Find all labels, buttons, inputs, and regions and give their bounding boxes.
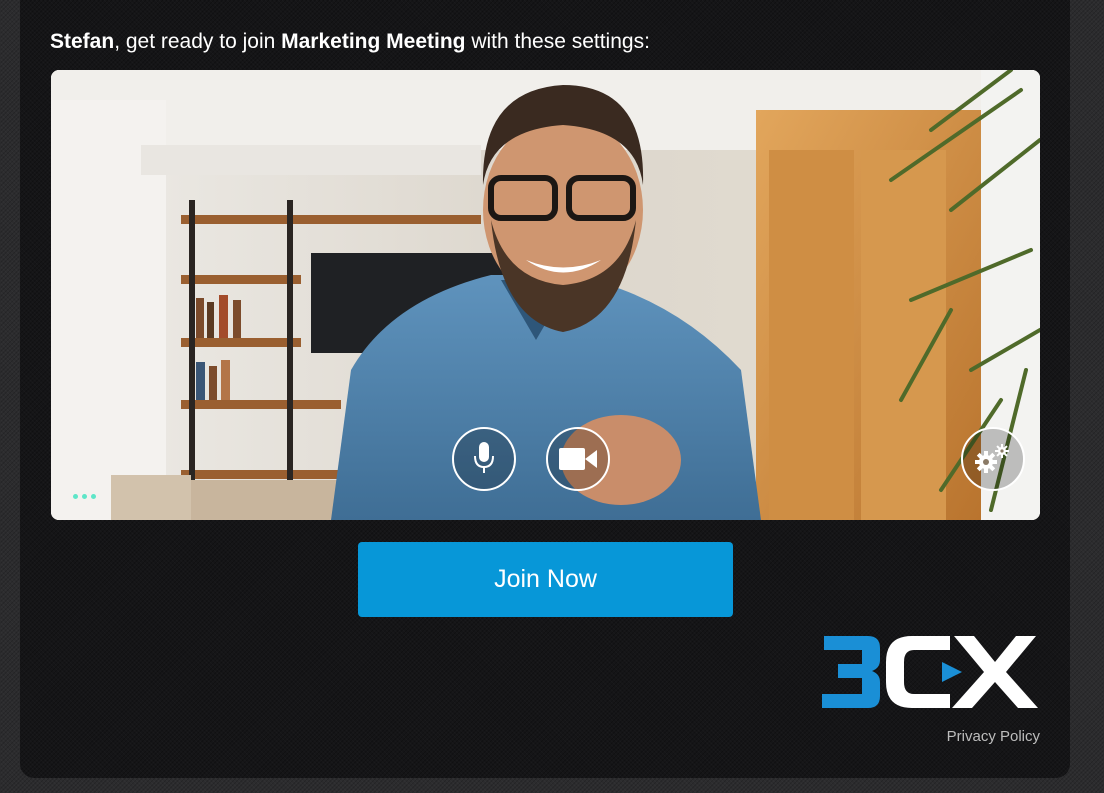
gears-icon [975,444,1009,473]
more-options-button[interactable] [73,494,96,499]
microphone-icon [474,442,494,473]
camera-preview [51,70,1040,520]
heading-outro-text: with these settings: [465,30,650,53]
video-camera-icon [559,448,597,470]
more-dots-icon [91,494,96,499]
join-now-button[interactable]: Join Now [358,542,733,617]
microphone-toggle-button[interactable] [452,427,516,491]
privacy-policy-link[interactable]: Privacy Policy [947,728,1040,745]
prejoin-heading: Stefan, get ready to join Marketing Meet… [50,30,650,54]
more-dots-icon [73,494,78,499]
user-name: Stefan [50,30,115,53]
3cx-logo [822,636,1038,708]
device-settings-button[interactable] [961,427,1025,491]
heading-intro-text: , get ready to join [114,30,282,53]
more-dots-icon [82,494,87,499]
camera-toggle-button[interactable] [546,427,610,491]
meeting-name: Marketing Meeting [281,30,466,53]
